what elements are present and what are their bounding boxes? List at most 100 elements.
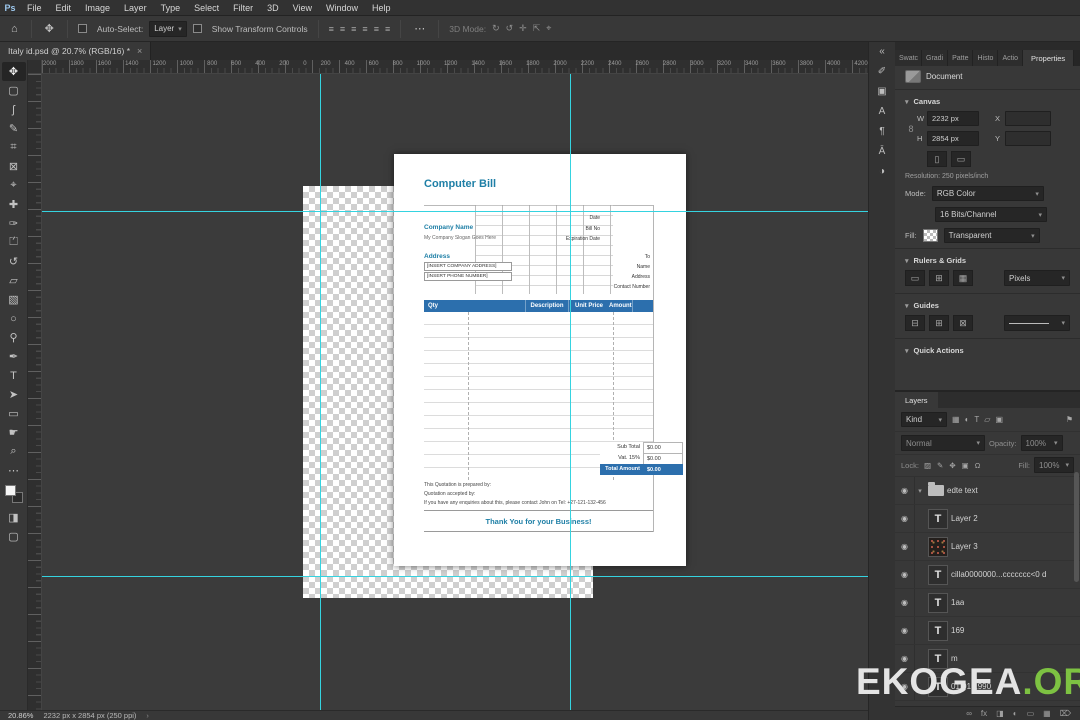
guide-vertical[interactable]	[570, 74, 571, 710]
lock-guides-icon[interactable]: ⊞	[929, 315, 949, 331]
layer-thumbnail[interactable]: T	[928, 564, 948, 585]
move-tool[interactable]: ✥	[1, 62, 26, 81]
align-bottom-icon[interactable]: ≡	[385, 24, 390, 34]
layer-row[interactable]: ◉ T 169	[895, 617, 1080, 645]
menu-item[interactable]: File	[20, 3, 49, 13]
3d-zoom-icon[interactable]: ⌖	[546, 23, 551, 34]
auto-select-checkbox[interactable]	[77, 24, 87, 33]
layer-thumbnail[interactable]: T	[928, 592, 948, 613]
panel-tab[interactable]: Actio	[998, 50, 1023, 66]
layer-fill-dropdown[interactable]: 100% ▾	[1034, 457, 1074, 473]
filter-adjustment-layers-icon[interactable]: ◐	[964, 415, 971, 424]
layer-thumbnail[interactable]	[928, 536, 948, 557]
menu-item[interactable]: Select	[187, 3, 226, 13]
blend-mode-dropdown[interactable]: Normal ▾	[901, 435, 985, 451]
align-top-icon[interactable]: ≡	[362, 24, 367, 34]
document-tab[interactable]: Italy id.psd @ 20.7% (RGB/16) * ×	[0, 42, 152, 60]
visibility-toggle[interactable]: ◉	[895, 617, 915, 644]
clear-guides-icon[interactable]: ⊠	[953, 315, 973, 331]
add-mask-icon[interactable]: ◨	[995, 709, 1005, 718]
layer-row[interactable]: ◉ T 1aa	[895, 589, 1080, 617]
width-input[interactable]: 2232 px	[927, 111, 979, 126]
brush-tool[interactable]: ✑	[2, 214, 26, 233]
layer-row[interactable]: ◉ ▾ edte text	[895, 477, 1080, 505]
grid-settings-icon[interactable]: ▦	[953, 270, 973, 286]
home-icon[interactable]: ⌂	[8, 23, 21, 35]
screen-mode-icon[interactable]: ▢	[2, 527, 26, 546]
menu-item[interactable]: Filter	[226, 3, 260, 13]
visibility-toggle[interactable]: ◉	[895, 477, 915, 504]
layer-thumbnail[interactable]: T	[928, 508, 948, 529]
rectangle-tool[interactable]: ▭	[2, 404, 26, 423]
portrait-orientation-icon[interactable]: ▯	[927, 151, 947, 167]
paragraph-panel-icon[interactable]: ¶	[879, 126, 884, 137]
layer-thumbnail[interactable]	[928, 482, 944, 496]
menu-item[interactable]: Edit	[49, 3, 79, 13]
panel-tab[interactable]: Histo	[973, 50, 999, 66]
ruler-vertical[interactable]	[28, 74, 42, 710]
panel-tab[interactable]: Patte	[948, 50, 974, 66]
current-tool-icon[interactable]: ✥	[42, 22, 57, 35]
fill-dropdown[interactable]: Transparent ▾	[943, 228, 1040, 243]
canvas[interactable]: Computer Bill Date Company Name Bill No …	[42, 74, 868, 710]
foreground-color-swatch[interactable]	[4, 485, 16, 496]
visibility-toggle[interactable]: ◉	[895, 561, 915, 588]
layers-scrollbar[interactable]	[1074, 472, 1079, 582]
layer-row[interactable]: ◉ T Layer 2	[895, 505, 1080, 533]
hand-tool[interactable]: ☛	[2, 423, 26, 442]
guide-style-dropdown[interactable]: ▾	[1004, 315, 1070, 331]
glyphs-panel-icon[interactable]: Ā	[879, 146, 886, 157]
lock-transparency-icon[interactable]: ▨	[923, 461, 932, 470]
lasso-tool[interactable]: ʃ	[2, 100, 26, 119]
toggle-rulers-icon[interactable]: ▭	[905, 270, 925, 286]
character-panel-icon[interactable]: A	[879, 106, 886, 117]
guide-horizontal[interactable]	[42, 211, 868, 212]
quick-selection-tool[interactable]: ✎	[2, 119, 26, 138]
collapse-panels-icon[interactable]: «	[879, 46, 885, 57]
close-tab-icon[interactable]: ×	[137, 46, 142, 56]
chevron-right-icon[interactable]: ›	[146, 711, 149, 720]
panel-tab[interactable]: Swatc	[895, 50, 922, 66]
filter-kind-dropdown[interactable]: Kind ▾	[901, 412, 947, 427]
rulers-grids-section-header[interactable]: ▾ Rulers & Grids	[895, 251, 1080, 268]
filter-type-layers-icon[interactable]: T	[973, 415, 980, 424]
ruler-units-dropdown[interactable]: Pixels ▾	[1004, 270, 1070, 286]
guides-section-header[interactable]: ▾ Guides	[895, 296, 1080, 313]
opacity-dropdown[interactable]: 100% ▾	[1020, 435, 1063, 451]
menu-item[interactable]: Image	[78, 3, 117, 13]
visibility-toggle[interactable]: ◉	[895, 505, 915, 532]
menu-item[interactable]: Layer	[117, 3, 154, 13]
link-dimensions-icon[interactable]: 8	[905, 124, 917, 134]
eraser-tool[interactable]: ▱	[2, 271, 26, 290]
lock-pixels-icon[interactable]: ✎	[936, 461, 944, 470]
type-tool[interactable]: T	[2, 366, 26, 385]
more-options-icon[interactable]: ⋯	[411, 22, 428, 35]
color-mode-dropdown[interactable]: RGB Color ▾	[931, 186, 1044, 201]
adjustments-panel-icon[interactable]: ◑	[879, 166, 885, 177]
group-disclosure-icon[interactable]: ▾	[915, 487, 925, 495]
clone-source-panel-icon[interactable]: ▣	[877, 86, 886, 97]
guide-horizontal[interactable]	[42, 576, 868, 577]
ruler-horizontal[interactable]: 2000 1800 1600 1400 1200 1000 800 600 400 200 0 200…	[42, 60, 868, 74]
quick-mask-icon[interactable]: ◨	[2, 508, 26, 527]
blur-tool[interactable]: ○	[2, 309, 26, 328]
show-transform-checkbox[interactable]	[192, 24, 202, 33]
landscape-orientation-icon[interactable]: ▭	[951, 151, 971, 167]
layer-styles-icon[interactable]: fx	[980, 709, 988, 718]
pen-tool[interactable]: ✒	[2, 347, 26, 366]
filter-pin-icon[interactable]: ⚑	[1065, 415, 1074, 424]
guide-vertical[interactable]	[320, 74, 321, 710]
path-selection-tool[interactable]: ➤	[2, 385, 26, 404]
healing-brush-tool[interactable]: ✚	[2, 195, 26, 214]
history-brush-tool[interactable]: ↺	[2, 252, 26, 271]
dodge-tool[interactable]: ⚲	[2, 328, 26, 347]
layer-thumbnail[interactable]: T	[928, 620, 948, 641]
quick-actions-section-header[interactable]: ▾ Quick Actions	[895, 341, 1080, 358]
lock-all-icon[interactable]: Ω	[974, 461, 982, 470]
link-layers-icon[interactable]: ∞	[965, 709, 973, 718]
3d-slide-icon[interactable]: ⇱	[533, 23, 541, 34]
delete-layer-icon[interactable]: ⌦	[1059, 709, 1072, 718]
toggle-grid-icon[interactable]: ⊞	[929, 270, 949, 286]
filter-smart-objects-icon[interactable]: ▣	[994, 415, 1004, 424]
eyedropper-tool[interactable]: ⌖	[2, 176, 26, 195]
